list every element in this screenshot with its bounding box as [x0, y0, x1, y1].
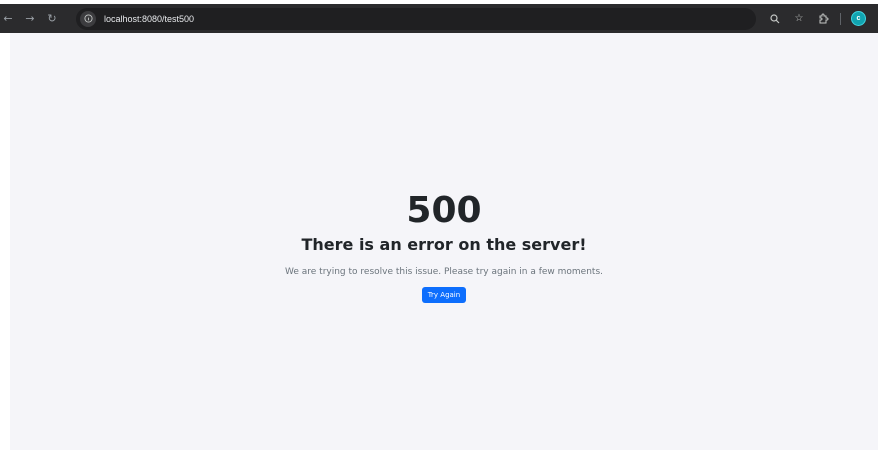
- bookmark-star-icon[interactable]: ☆: [792, 12, 806, 26]
- extensions-icon[interactable]: [816, 12, 830, 26]
- browser-toolbar: ← → ↻ localhost:8080/test500 ☆ c: [0, 4, 878, 33]
- url-text[interactable]: localhost:8080/test500: [104, 14, 194, 24]
- page-body: 500 There is an error on the server! We …: [10, 33, 878, 450]
- error-description: We are trying to resolve this issue. Ple…: [284, 267, 604, 277]
- error-title: There is an error on the server!: [301, 235, 587, 254]
- profile-avatar[interactable]: c: [851, 11, 866, 26]
- reload-icon[interactable]: ↻: [44, 11, 60, 27]
- try-again-button[interactable]: Try Again: [421, 287, 467, 303]
- zoom-icon[interactable]: [768, 12, 782, 26]
- address-bar[interactable]: localhost:8080/test500: [76, 7, 756, 30]
- error-container: 500 There is an error on the server! We …: [10, 191, 878, 303]
- site-info-icon[interactable]: [80, 10, 96, 27]
- toolbar-divider: [840, 12, 841, 25]
- back-icon[interactable]: ←: [0, 11, 16, 27]
- forward-icon[interactable]: →: [22, 11, 38, 27]
- toolbar-actions: ☆ c: [758, 11, 878, 26]
- error-code: 500: [406, 190, 482, 231]
